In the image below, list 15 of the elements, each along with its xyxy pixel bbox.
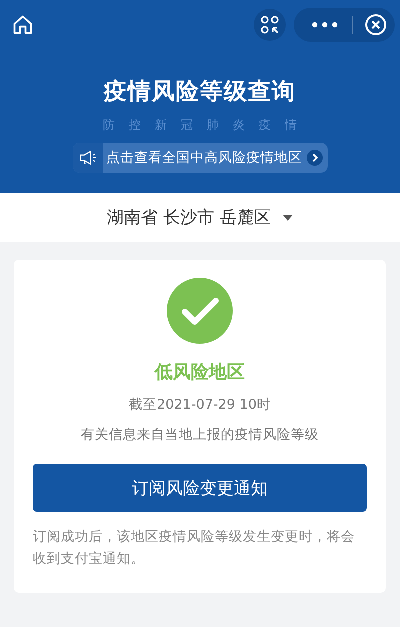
dropdown-caret-icon: [282, 214, 293, 220]
risk-areas-banner[interactable]: 点击查看全国中高风险疫情地区: [72, 143, 328, 173]
more-icon[interactable]: [310, 20, 340, 30]
close-icon[interactable]: [365, 14, 387, 36]
update-time: 截至2021-07-29 10时: [129, 396, 271, 414]
scan-icon[interactable]: [254, 8, 286, 40]
subscribe-button[interactable]: 订阅风险变更通知: [33, 464, 367, 512]
slogan: 防控新冠肺炎疫情: [103, 117, 311, 134]
risk-level: 低风险地区: [155, 361, 245, 384]
subscription-note: 订阅成功后，该地区疫情风险等级发生变更时，将会收到支付宝通知。: [33, 528, 356, 570]
page-title: 疫情风险等级查询: [104, 78, 296, 107]
megaphone-icon: [78, 149, 98, 167]
source-note: 有关信息来自当地上报的疫情风险等级: [81, 426, 319, 444]
chevron-right-icon: [306, 150, 322, 166]
home-icon[interactable]: [12, 14, 34, 36]
